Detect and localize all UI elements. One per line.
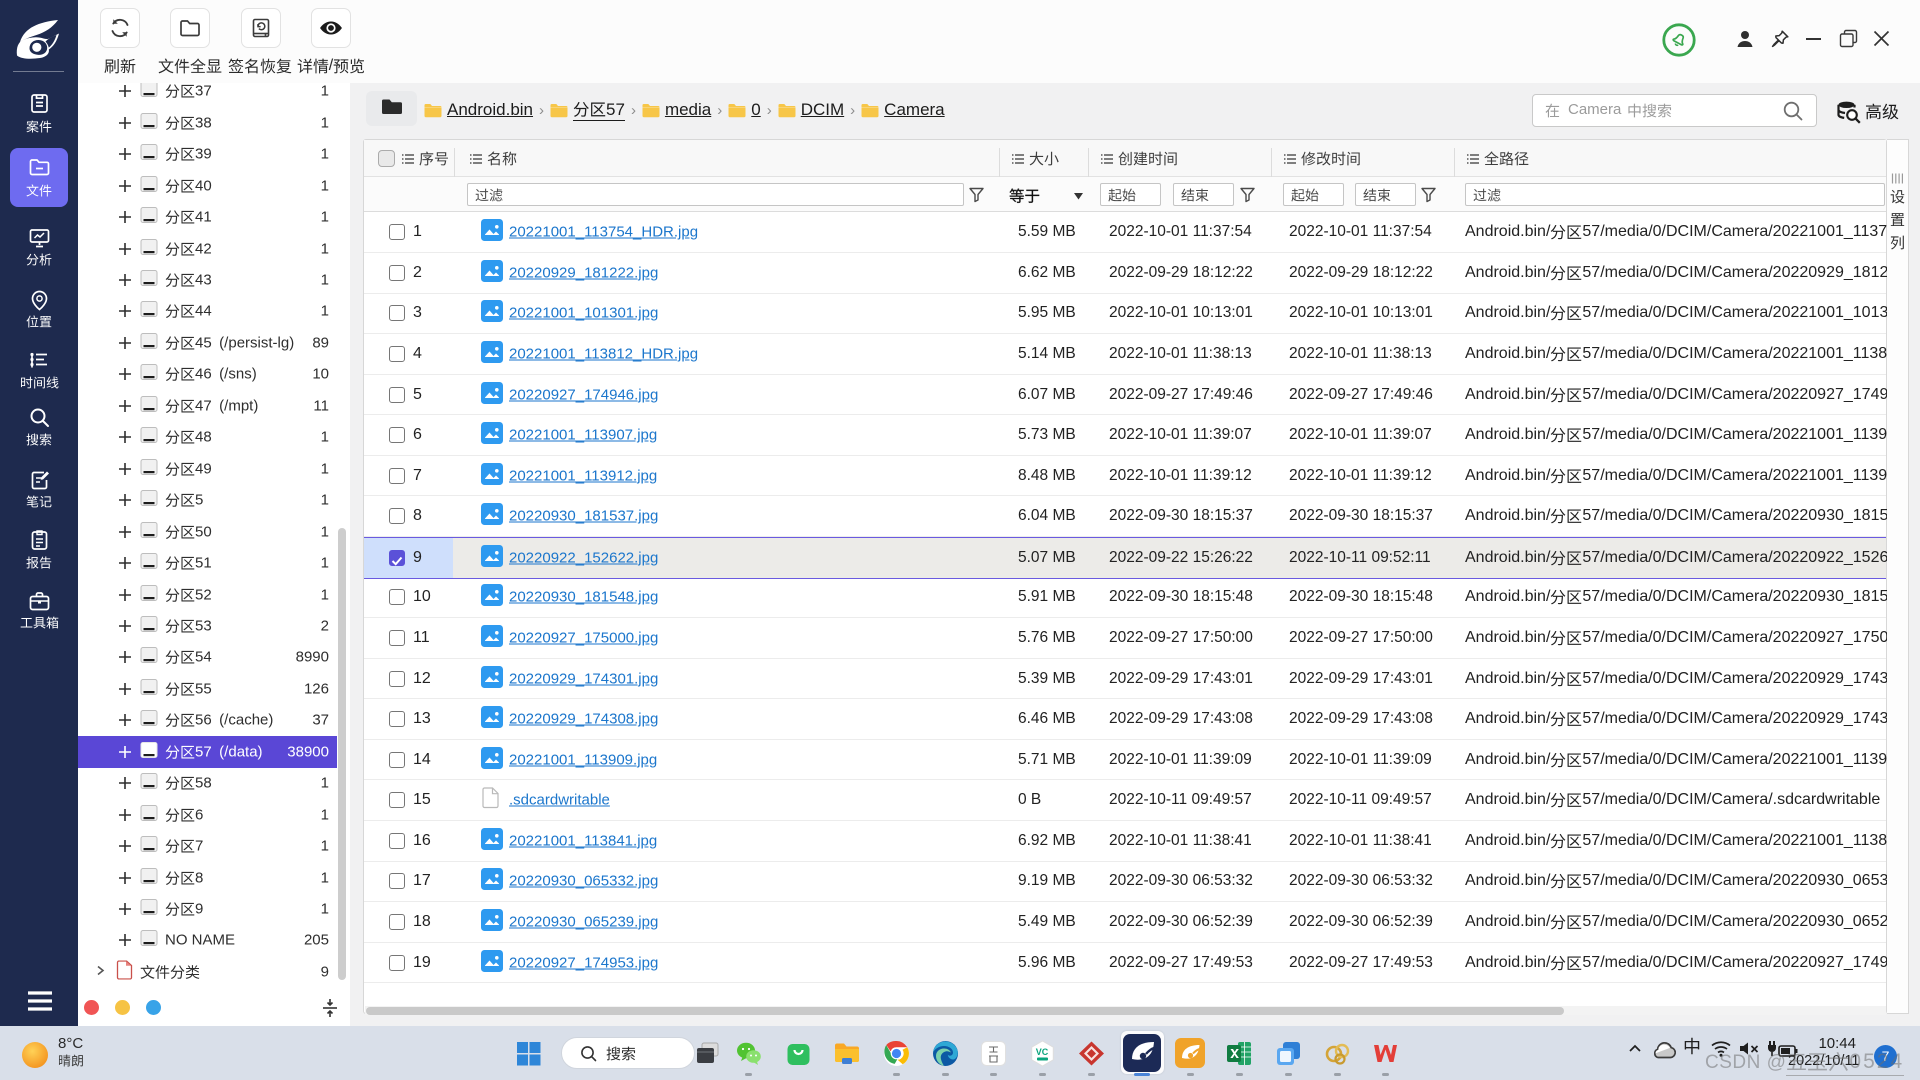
svg-text:VC: VC (1035, 1047, 1048, 1057)
